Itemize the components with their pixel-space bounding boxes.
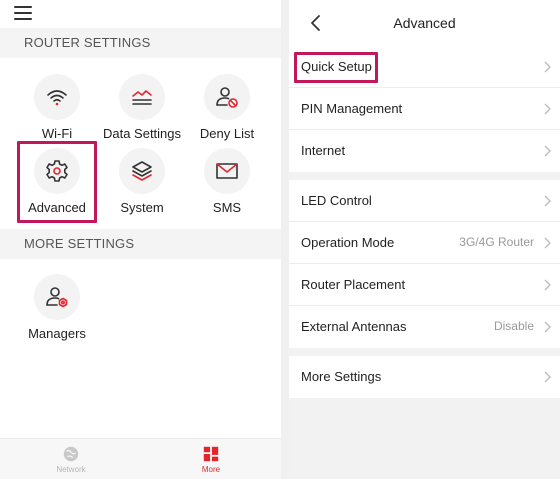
- data-chart-icon: [119, 74, 165, 120]
- layers-icon: [119, 148, 165, 194]
- row-internet-label: Internet: [301, 143, 346, 158]
- row-more-settings[interactable]: More Settings: [289, 356, 560, 398]
- tab-network[interactable]: Network: [36, 445, 106, 474]
- row-internet[interactable]: Internet: [289, 130, 560, 172]
- user-block-icon: [204, 74, 250, 120]
- row-led-control-label: LED Control: [301, 193, 372, 208]
- tab-more[interactable]: More: [176, 445, 246, 474]
- router-settings-header: ROUTER SETTINGS: [0, 28, 281, 58]
- tile-system-label: System: [120, 200, 164, 215]
- tile-data-settings-label: Data Settings: [102, 126, 182, 141]
- tile-data-settings[interactable]: Data Settings: [97, 74, 187, 144]
- tile-deny-list-label: Deny List: [199, 126, 255, 141]
- page-title: Advanced: [393, 15, 456, 31]
- quick-setup-highlight-box: [294, 52, 378, 83]
- tab-network-label: Network: [56, 465, 86, 474]
- bottom-tab-bar: Network More: [0, 438, 281, 479]
- tile-managers[interactable]: Managers: [12, 274, 102, 344]
- settings-group-2: LED Control Operation Mode 3G/4G Router …: [289, 180, 560, 348]
- more-settings-header: MORE SETTINGS: [0, 229, 281, 259]
- settings-group-3: More Settings: [289, 356, 560, 398]
- row-more-settings-label: More Settings: [301, 369, 382, 384]
- row-external-antennas[interactable]: External Antennas Disable: [289, 306, 560, 348]
- more-page: ROUTER SETTINGS Wi-Fi Data Settings Deny…: [0, 0, 281, 479]
- menu-icon[interactable]: [14, 6, 32, 20]
- chevron-right-icon: [544, 145, 551, 157]
- tile-sms[interactable]: SMS: [182, 148, 272, 218]
- chevron-right-icon: [544, 195, 551, 207]
- chevron-right-icon: [544, 321, 551, 333]
- tile-deny-list[interactable]: Deny List: [182, 74, 272, 144]
- chevron-right-icon: [544, 371, 551, 383]
- row-pin-management-label: PIN Management: [301, 101, 403, 116]
- screen: ROUTER SETTINGS Wi-Fi Data Settings Deny…: [0, 0, 560, 479]
- row-external-antennas-value: Disable: [493, 319, 534, 333]
- chevron-right-icon: [544, 237, 551, 249]
- panel-divider: [281, 0, 289, 479]
- row-led-control[interactable]: LED Control: [289, 180, 560, 222]
- tile-wifi[interactable]: Wi-Fi: [12, 74, 102, 144]
- row-router-placement-label: Router Placement: [301, 277, 406, 292]
- advanced-page: Advanced Quick Setup PIN Management Inte…: [289, 0, 560, 479]
- row-router-placement[interactable]: Router Placement: [289, 264, 560, 306]
- globe-icon: [63, 446, 79, 462]
- envelope-icon: [204, 148, 250, 194]
- row-operation-mode-value: 3G/4G Router: [459, 235, 534, 249]
- tile-managers-label: Managers: [28, 326, 86, 341]
- row-external-antennas-label: External Antennas: [301, 319, 407, 334]
- tile-sms-label: SMS: [212, 200, 242, 215]
- wifi-icon: [34, 74, 80, 120]
- grid-icon: [203, 446, 219, 462]
- tile-system[interactable]: System: [97, 148, 187, 218]
- row-operation-mode-label: Operation Mode: [301, 235, 395, 250]
- user-gear-icon: [34, 274, 80, 320]
- tile-wifi-label: Wi-Fi: [41, 126, 73, 141]
- chevron-right-icon: [544, 61, 551, 73]
- row-pin-management[interactable]: PIN Management: [289, 88, 560, 130]
- chevron-right-icon: [544, 103, 551, 115]
- advanced-header: Advanced: [289, 0, 560, 46]
- row-operation-mode[interactable]: Operation Mode 3G/4G Router: [289, 222, 560, 264]
- advanced-highlight-box: [17, 141, 97, 223]
- chevron-right-icon: [544, 279, 551, 291]
- tab-more-label: More: [201, 465, 221, 474]
